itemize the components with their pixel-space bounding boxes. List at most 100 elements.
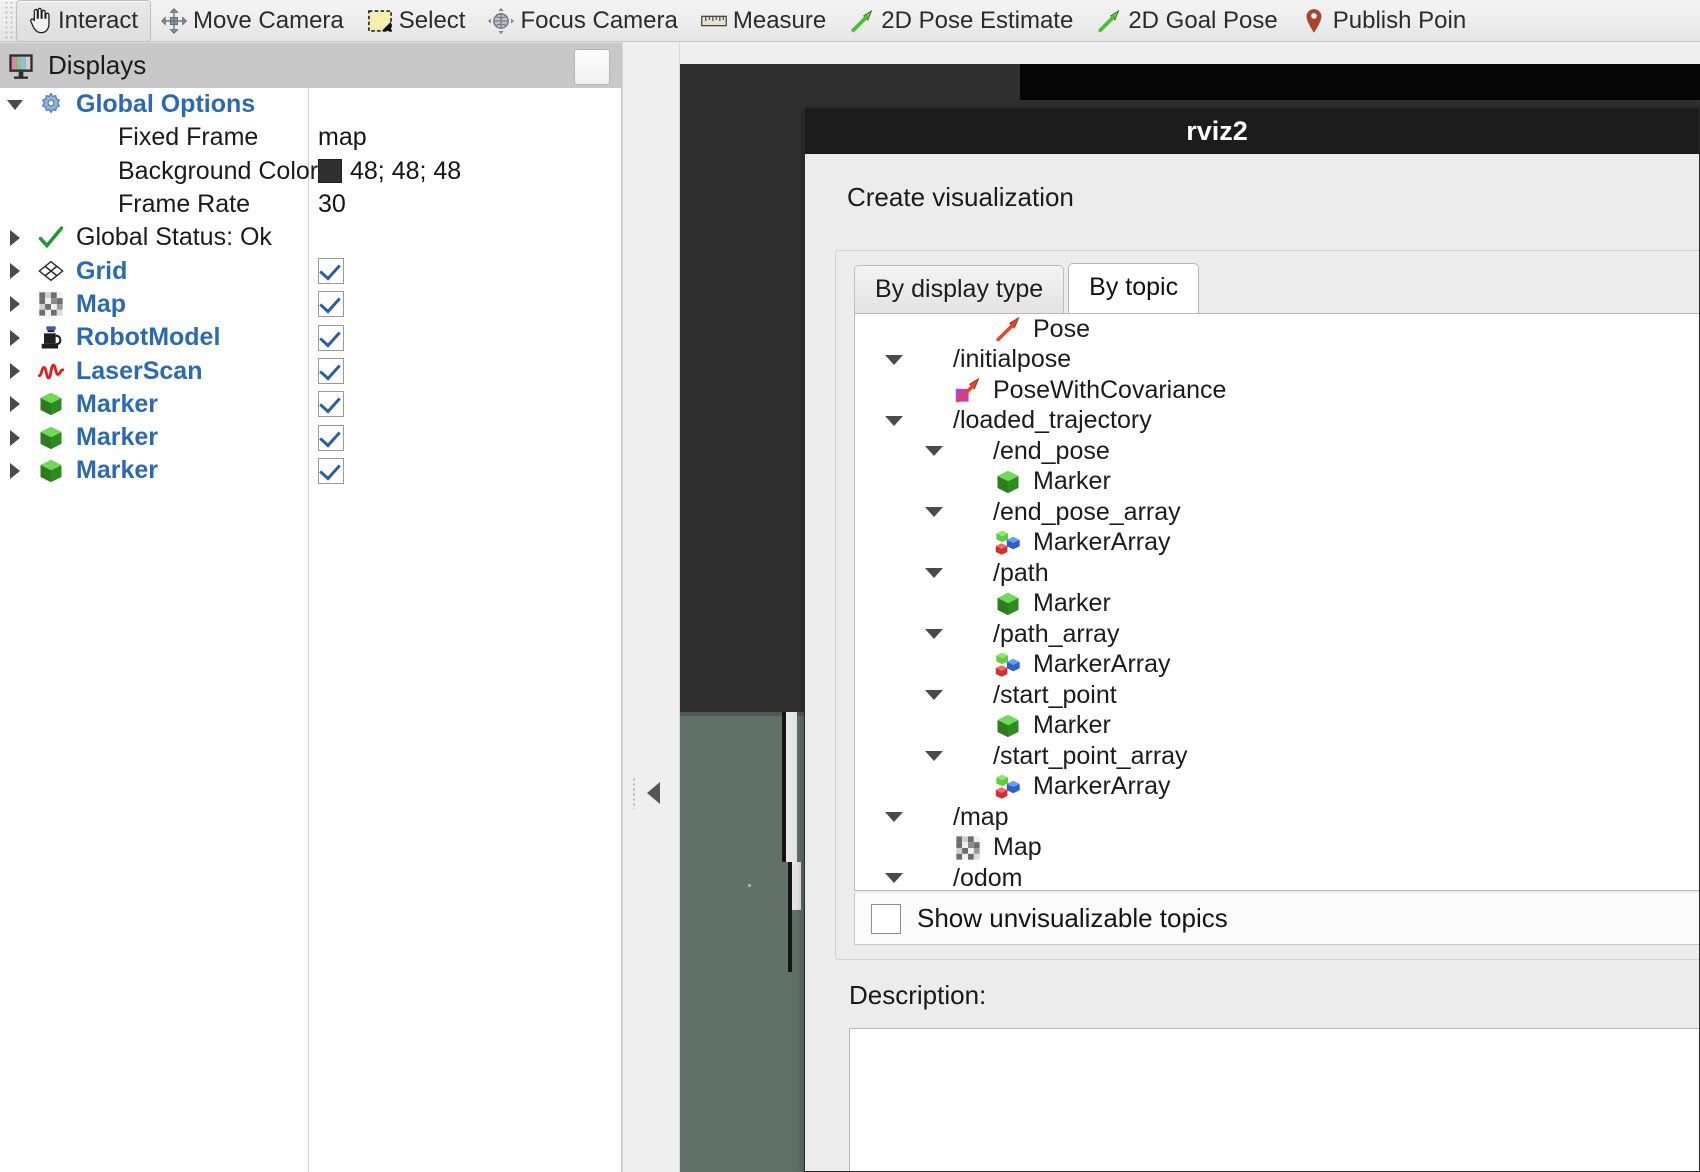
topic-tree-row[interactable]: Marker — [855, 467, 1699, 498]
expand-arrow-right-icon[interactable] — [0, 396, 30, 413]
topic-tree-row[interactable]: Pose — [855, 314, 1699, 345]
displays-row-label: Fixed Frame — [118, 123, 259, 152]
tool-button-measure[interactable]: Measure — [691, 0, 839, 42]
toolbar-drag-grip[interactable] — [2, 1, 16, 40]
tool-button-focus-camera[interactable]: Focus Camera — [478, 0, 690, 42]
grid-icon — [37, 257, 65, 285]
tool-button-2d-pose-estimate[interactable]: 2D Pose Estimate — [839, 0, 1086, 42]
purple-arrow-icon — [954, 376, 982, 404]
topic-tree-row[interactable]: /map — [855, 802, 1699, 833]
topic-icon-cell — [991, 772, 1025, 802]
topic-tree-row[interactable]: MarkerArray — [855, 528, 1699, 559]
tool-button-interact[interactable]: Interact — [16, 0, 152, 42]
topic-tree-row[interactable]: Map — [855, 833, 1699, 864]
tool-button-move-camera[interactable]: Move Camera — [151, 0, 357, 42]
displays-tree-row[interactable]: Marker — [0, 388, 622, 421]
tab-by-topic[interactable]: By topic — [1068, 263, 1200, 314]
expand-arrow-right-icon[interactable] — [0, 296, 30, 313]
display-enable-checkbox[interactable] — [318, 457, 344, 484]
topic-tree-row[interactable]: /start_point — [855, 680, 1699, 711]
displays-tree-row[interactable]: RobotModel — [0, 321, 622, 354]
displays-row-value[interactable]: 48; 48; 48 — [318, 155, 461, 188]
displays-float-button[interactable] — [574, 49, 610, 85]
expand-arrow-right-icon[interactable] — [0, 429, 30, 446]
expand-arrow-down-icon[interactable] — [877, 354, 911, 365]
dialog-heading: Create visualization — [847, 182, 1074, 212]
displays-tree-row[interactable]: Fixed Frame map — [0, 121, 622, 154]
tab-by-display-type[interactable]: By display type — [854, 265, 1065, 314]
topic-tree-row[interactable]: /start_point_array — [855, 741, 1699, 772]
topic-tree-row[interactable]: /end_pose — [855, 436, 1699, 467]
expand-arrow-down-icon[interactable] — [0, 99, 30, 110]
expand-arrow-down-icon[interactable] — [917, 629, 951, 640]
expand-arrow-right-icon[interactable] — [0, 229, 30, 246]
expand-arrow-down-icon[interactable] — [877, 812, 911, 823]
green-check-icon — [37, 224, 65, 252]
display-enable-checkbox[interactable] — [318, 424, 344, 451]
map-pin-icon — [1306, 8, 1322, 33]
row-icon-cell — [30, 457, 72, 485]
laserscan-icon — [37, 357, 65, 385]
expand-arrow-right-icon[interactable] — [0, 462, 30, 479]
topic-tree-row[interactable]: MarkerArray — [855, 772, 1699, 803]
display-enable-checkbox[interactable] — [318, 358, 344, 385]
display-enable-checkbox[interactable] — [318, 391, 344, 418]
topic-tree-row[interactable]: MarkerArray — [855, 650, 1699, 681]
row-icon-cell — [30, 257, 72, 285]
cube-cluster-icon — [994, 529, 1022, 557]
expand-arrow-right-icon[interactable] — [0, 363, 30, 380]
expand-arrow-down-icon[interactable] — [917, 446, 951, 457]
displays-tree-row[interactable]: Background Color 48; 48; 48 — [0, 155, 622, 188]
expand-arrow-down-icon[interactable] — [917, 751, 951, 762]
dialog-tabbar: By display type By topic — [854, 263, 1203, 314]
displays-tree-row[interactable]: Map — [0, 288, 622, 321]
expand-arrow-down-icon[interactable] — [917, 690, 951, 701]
tool-button-select[interactable]: Select — [357, 0, 479, 42]
display-enable-checkbox[interactable] — [318, 291, 344, 318]
displays-tree-row[interactable]: Global Options — [0, 88, 622, 121]
display-enable-checkbox[interactable] — [318, 258, 344, 285]
topic-tree-row[interactable]: /odom — [855, 863, 1699, 890]
displays-row-value[interactable]: 30 — [318, 188, 346, 221]
dialog-titlebar[interactable]: rviz2 — [805, 108, 1699, 154]
topic-tree-row[interactable]: /path — [855, 558, 1699, 589]
show-unvisualizable-row[interactable]: Show unvisualizable topics — [854, 893, 1699, 945]
expand-arrow-down-icon[interactable] — [877, 415, 911, 426]
collapse-left-arrow-icon[interactable] — [647, 782, 660, 804]
topic-tree-row[interactable]: Marker — [855, 711, 1699, 742]
topic-icon-cell — [991, 314, 1025, 344]
expand-arrow-right-icon[interactable] — [0, 329, 30, 346]
topic-tree-row[interactable]: /path_array — [855, 619, 1699, 650]
topic-tree-row[interactable]: /initialpose — [855, 345, 1699, 376]
displays-tree-row[interactable]: LaserScan — [0, 354, 622, 387]
tool-label: Interact — [58, 6, 139, 34]
topic-icon-cell — [951, 680, 985, 710]
color-swatch[interactable] — [318, 159, 342, 184]
topic-tree-list[interactable]: Pose/initialpose PoseWithCovariance/loade… — [854, 313, 1699, 891]
topic-tree-row[interactable]: PoseWithCovariance — [855, 375, 1699, 406]
topic-icon-cell — [951, 436, 985, 466]
topic-row-label: MarkerArray — [1033, 650, 1171, 679]
display-enable-checkbox[interactable] — [318, 324, 344, 351]
displays-tree-row[interactable]: Marker — [0, 454, 622, 487]
topic-tree-row[interactable]: /end_pose_array — [855, 497, 1699, 528]
tool-button-2d-goal-pose[interactable]: 2D Goal Pose — [1086, 0, 1290, 42]
topic-tree-row[interactable]: /loaded_trajectory — [855, 406, 1699, 437]
create-visualization-groupbox: By display type By topic Pose/initialpos… — [835, 250, 1699, 960]
displays-tree-row[interactable]: Frame Rate 30 — [0, 188, 622, 221]
displays-row-value[interactable]: map — [318, 121, 367, 154]
expand-arrow-down-icon[interactable] — [917, 507, 951, 518]
displays-row-value — [318, 354, 344, 387]
panel-splitter[interactable] — [622, 42, 680, 1172]
expand-arrow-down-icon[interactable] — [877, 873, 911, 884]
displays-tree-row[interactable]: Global Status: Ok — [0, 221, 622, 254]
expand-arrow-down-icon[interactable] — [917, 568, 951, 579]
map-grid-icon — [37, 290, 65, 318]
displays-tree-row[interactable]: Marker — [0, 421, 622, 454]
topic-row-label: /start_point — [993, 680, 1117, 709]
show-unvisualizable-checkbox[interactable] — [871, 903, 901, 934]
displays-tree-row[interactable]: Grid — [0, 254, 622, 287]
expand-arrow-right-icon[interactable] — [0, 263, 30, 280]
tool-button-publish-point[interactable]: Publish Poin — [1291, 0, 1479, 42]
topic-tree-row[interactable]: Marker — [855, 589, 1699, 620]
